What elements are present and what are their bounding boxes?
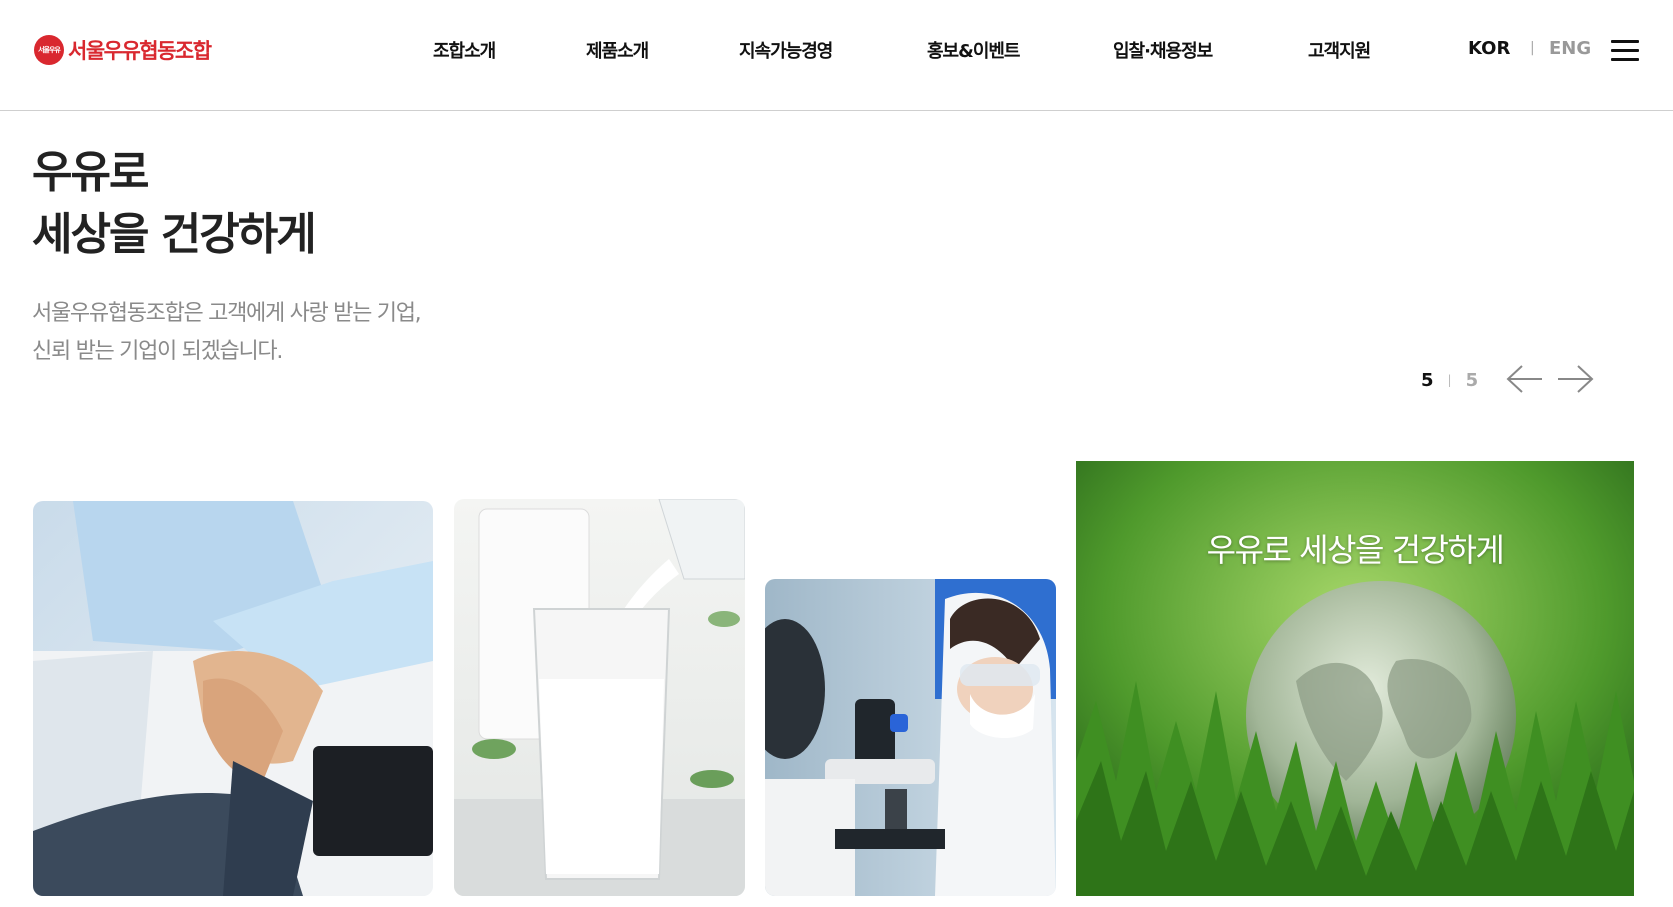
slide-pager: 5 | 5 <box>1421 365 1478 395</box>
lang-kor-link[interactable]: KOR <box>1468 38 1510 59</box>
lang-eng-link[interactable]: ENG <box>1549 38 1591 59</box>
nav-item-sustainability[interactable]: 지속가능경영 <box>739 37 833 63</box>
hero-desc-line1: 서울우유협동조합은 고객에게 사랑 받는 기업, <box>32 301 422 326</box>
hero-desc-line2: 신뢰 받는 기업이 되겠습니다. <box>32 339 283 364</box>
pager-current: 5 <box>1421 369 1434 391</box>
pager-separator: | <box>1447 373 1452 387</box>
card-milk[interactable] <box>454 499 745 896</box>
hero-title-line1: 우유로 <box>32 147 149 198</box>
arrow-right-icon[interactable] <box>1556 362 1594 396</box>
hero-title-line2: 세상을 건강하게 <box>32 209 317 260</box>
pager-total: 5 <box>1465 369 1479 391</box>
card-globe[interactable]: 우유로 세상을 건강하게 <box>1076 461 1634 896</box>
nav-item-pr-events[interactable]: 홍보&이벤트 <box>927 37 1020 63</box>
hero-title: 우유로 세상을 건강하게 <box>32 142 317 266</box>
hero-description: 서울우유협동조합은 고객에게 사랑 받는 기업, 신뢰 받는 기업이 되겠습니다… <box>32 295 422 371</box>
milk-glass-image <box>454 499 745 896</box>
globe-card-caption: 우유로 세상을 건강하게 <box>1206 531 1505 569</box>
nav-item-products[interactable]: 제품소개 <box>586 37 649 63</box>
card-scientist[interactable] <box>765 579 1056 896</box>
site-header: 서울우유 서울우유협동조합 조합소개 제품소개 지속가능경영 홍보&이벤트 입찰… <box>0 0 1673 111</box>
hamburger-icon[interactable] <box>1611 40 1639 62</box>
arrow-left-icon[interactable] <box>1506 362 1544 396</box>
main-nav: 조합소개 제품소개 지속가능경영 홍보&이벤트 입찰·채용정보 고객지원 <box>0 0 1673 100</box>
nav-item-about[interactable]: 조합소개 <box>433 37 496 63</box>
handshake-image <box>33 501 433 896</box>
nav-item-support[interactable]: 고객지원 <box>1308 37 1371 63</box>
lang-separator: | <box>1530 40 1535 56</box>
scientist-microscope-image <box>765 579 1056 896</box>
card-handshake[interactable] <box>33 501 433 896</box>
nav-item-bids-recruit[interactable]: 입찰·채용정보 <box>1113 37 1213 63</box>
